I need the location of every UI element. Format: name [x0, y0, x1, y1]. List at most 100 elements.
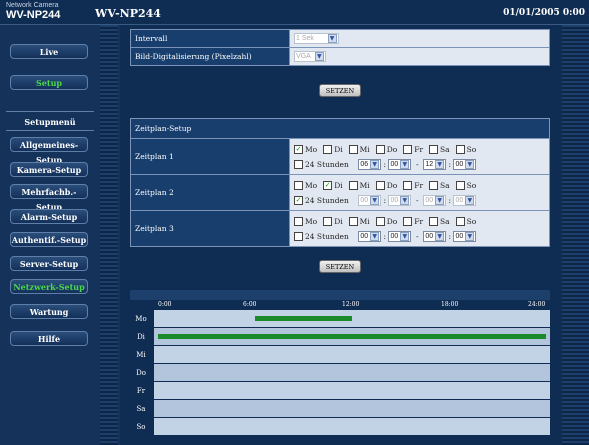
live-button[interactable]: Live: [10, 44, 88, 59]
schedule-bar: [255, 316, 352, 321]
day-label: Sa: [130, 400, 152, 418]
nav-divider: [6, 111, 94, 112]
day-checkbox[interactable]: [429, 217, 439, 226]
day-label: Di: [334, 216, 343, 226]
day-checkbox[interactable]: [323, 217, 333, 226]
day-label: Di: [334, 180, 343, 190]
day-label: Mo: [130, 310, 152, 328]
day-checkbox[interactable]: [455, 181, 465, 190]
schedule-day-area: [154, 364, 550, 381]
sidebar: Live Setup Setupmenü Allgemeines-Setup K…: [0, 25, 100, 445]
day-checkbox[interactable]: [455, 217, 465, 226]
schedule-table: Zeitplan-Setup Zeitplan 1 ✓ Mo Di Mi Do Fr Sa So…: [130, 118, 550, 247]
decor-stripe: [100, 25, 118, 445]
time-tick-label: 6:00: [243, 301, 257, 308]
chevron-down-icon: ▼: [465, 232, 475, 241]
day-checkbox[interactable]: [403, 217, 413, 226]
day-label: So: [466, 216, 477, 226]
day-checkbox[interactable]: [403, 145, 413, 154]
nav-general-setup[interactable]: Allgemeines-Setup: [10, 137, 88, 165]
day-label: Do: [386, 180, 398, 190]
help-button[interactable]: Hilfe: [10, 331, 88, 346]
set-button-1[interactable]: SETZEN: [319, 84, 361, 97]
day-checkbox[interactable]: [375, 217, 385, 226]
nav-multiscreen-setup[interactable]: Mehrfachb.-Setup: [10, 184, 88, 212]
day-checkbox[interactable]: [348, 217, 358, 226]
chevron-down-icon: ▼: [465, 196, 475, 205]
schedule-day-row: Do: [130, 364, 550, 382]
to-hour-select[interactable]: 00 ▼: [423, 231, 447, 242]
day-label: Mo: [305, 144, 318, 154]
day-checkbox[interactable]: [294, 181, 303, 190]
image-settings-table: Intervall 1 Sek ▼ Bild-Digitalisierung (…: [130, 29, 550, 66]
nav-alarm-setup[interactable]: Alarm-Setup: [10, 209, 88, 224]
from-hour-select[interactable]: 06 ▼: [358, 159, 382, 170]
schedule-row: Zeitplan 1 ✓ Mo Di Mi Do Fr Sa So 24 Stunden 06 ▼ …: [130, 138, 550, 175]
from-hour-select[interactable]: 00 ▼: [358, 231, 382, 242]
from-minute-select[interactable]: 00 ▼: [388, 231, 412, 242]
chevron-down-icon: ▼: [370, 196, 380, 205]
day-checkbox[interactable]: [375, 145, 385, 154]
allday-checkbox[interactable]: ✓: [294, 196, 303, 205]
day-checkbox[interactable]: ✓: [294, 145, 303, 154]
set-button-2[interactable]: SETZEN: [319, 260, 361, 273]
chevron-down-icon: ▼: [400, 232, 410, 241]
chevron-down-icon: ▼: [400, 160, 410, 169]
day-label: Mi: [359, 216, 370, 226]
to-minute-select[interactable]: 00 ▼: [453, 159, 477, 170]
chevron-down-icon: ▼: [435, 232, 445, 241]
day-label: Do: [130, 364, 152, 382]
time-tick-label: 24:00: [528, 301, 546, 308]
allday-label: 24 Stunden: [305, 159, 349, 169]
schedule-day-row: Sa: [130, 400, 550, 418]
allday-checkbox[interactable]: [294, 160, 303, 169]
day-label: Di: [334, 144, 343, 154]
to-minute-select[interactable]: 00 ▼: [453, 231, 477, 242]
day-label: Fr: [130, 382, 152, 400]
time-separator: -: [416, 195, 419, 205]
allday-checkbox[interactable]: [294, 232, 303, 241]
day-checkbox[interactable]: [403, 181, 413, 190]
brand-label: Network Camera: [6, 2, 59, 9]
to-hour-select[interactable]: 12 ▼: [423, 159, 447, 170]
time-separator: -: [416, 159, 419, 169]
day-checkbox[interactable]: [375, 181, 385, 190]
day-checkbox[interactable]: [348, 145, 358, 154]
nav-auth-setup[interactable]: Authentif.-Setup: [10, 232, 88, 247]
schedule-label: Zeitplan 2: [130, 174, 290, 211]
time-tick-label: 0:00: [158, 301, 172, 308]
nav-maintenance[interactable]: Wartung: [10, 304, 88, 319]
day-checkbox[interactable]: [429, 145, 439, 154]
schedule-day-row: Fr: [130, 382, 550, 400]
day-label: Do: [386, 144, 398, 154]
setup-button[interactable]: Setup: [10, 75, 88, 90]
to-hour-select[interactable]: 00 ▼: [423, 195, 447, 206]
nav-network-setup[interactable]: Netzwerk-Setup: [10, 279, 88, 294]
day-checkbox[interactable]: [348, 181, 358, 190]
day-label: Mo: [305, 180, 318, 190]
day-checkbox[interactable]: [294, 217, 303, 226]
to-minute-select[interactable]: 00 ▼: [453, 195, 477, 206]
chevron-down-icon: ▼: [435, 160, 445, 169]
nav-server-setup[interactable]: Server-Setup: [10, 256, 88, 271]
from-minute-select[interactable]: 00 ▼: [388, 159, 412, 170]
day-checkbox[interactable]: ✓: [323, 181, 333, 190]
interval-select[interactable]: 1 Sek ▼: [294, 33, 339, 44]
nav-camera-setup[interactable]: Kamera-Setup: [10, 162, 88, 177]
chevron-down-icon: ▼: [327, 34, 337, 43]
day-label: So: [130, 418, 152, 436]
resolution-select[interactable]: VGA ▼: [294, 51, 326, 62]
from-minute-select[interactable]: 00 ▼: [388, 195, 412, 206]
schedule-day-row: Mi: [130, 346, 550, 364]
decor-stripe: [562, 25, 589, 445]
schedule-day-row: Di: [130, 328, 550, 346]
day-label: Fr: [414, 180, 424, 190]
day-checkbox[interactable]: [323, 145, 333, 154]
interval-label: Intervall: [130, 29, 290, 48]
schedule-label: Zeitplan 1: [130, 138, 290, 175]
allday-label: 24 Stunden: [305, 195, 349, 205]
from-hour-select[interactable]: 00 ▼: [358, 195, 382, 206]
day-checkbox[interactable]: [429, 181, 439, 190]
brand-model: WV-NP244: [6, 9, 61, 21]
day-checkbox[interactable]: [455, 145, 465, 154]
